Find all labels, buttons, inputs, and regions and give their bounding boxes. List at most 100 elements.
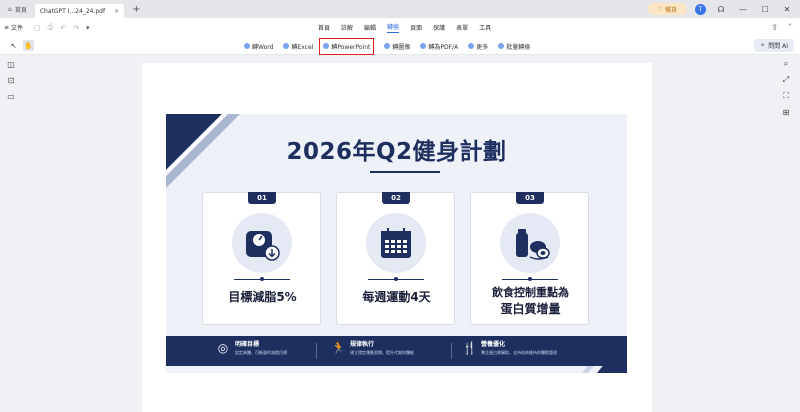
scale-icon: [232, 213, 292, 273]
card-label-line-2: 蛋白質增量: [500, 302, 561, 316]
upgrade-button[interactable]: ♡ 暢貨: [647, 3, 687, 15]
to-powerpoint-button[interactable]: 轉PowerPoint: [319, 37, 375, 55]
pdfa-icon: [420, 43, 427, 49]
more-icon: [468, 43, 475, 49]
redo-icon[interactable]: ↷: [73, 24, 79, 32]
batch-icon: [498, 43, 505, 49]
share-icon[interactable]: ⇪: [771, 23, 778, 32]
calendar-icon: [366, 213, 426, 273]
ask-ai-label: 問問 AI: [768, 43, 788, 50]
zoom-fit-icon[interactable]: ⊞: [772, 104, 800, 120]
card-number: 02: [382, 192, 410, 204]
upgrade-label: 暢貨: [664, 6, 677, 14]
banner-desc: 設定具體、可衡量的減脂目標: [235, 350, 287, 355]
file-menu[interactable]: ≡ 文件: [4, 18, 23, 37]
card-label: 目標減脂5%: [228, 290, 297, 304]
food-icon: [500, 213, 560, 273]
menu-comment[interactable]: 註解: [341, 23, 353, 32]
to-word-button[interactable]: 轉Word: [244, 42, 273, 51]
close-window-button[interactable]: ✕: [780, 5, 794, 14]
menu-convert[interactable]: 轉換: [387, 22, 400, 33]
ask-ai-button[interactable]: ✧ 問問 AI: [754, 39, 794, 52]
more-label: 更多: [476, 43, 489, 51]
batch-convert-label: 批量轉換: [506, 43, 531, 51]
tab-bar: ⌂ 首頁 ChatGPT I...24_24.pdf ✕ + ♡ 暢貨 T ☊ …: [0, 0, 800, 18]
maximize-button[interactable]: ☐: [758, 5, 772, 14]
hand-tool-icon[interactable]: ✋: [23, 40, 34, 51]
goal-card-3: 03 飲食控制重點為 蛋白質增量: [470, 192, 589, 325]
menu-bar: ≡ 文件 ▢ ⎙ ↶ ↷ ▾ 首頁 註解 編輯 轉換 頁面 保護 表單 工具 ⇪…: [0, 18, 800, 37]
card-divider-dot: [394, 277, 398, 281]
print-icon[interactable]: ⎙: [48, 23, 54, 32]
runner-icon: 🏃: [331, 341, 346, 355]
file-menu-label: 文件: [11, 25, 24, 32]
to-excel-button[interactable]: 轉Excel: [283, 42, 313, 51]
banner-title: 明確目標: [235, 341, 260, 348]
word-icon: [244, 43, 250, 49]
close-icon[interactable]: ✕: [114, 8, 119, 15]
goal-card-2: 02 每週運動4天: [336, 192, 455, 325]
home-icon: ⌂: [8, 5, 12, 13]
to-image-label: 轉圖像: [392, 43, 411, 51]
summary-banner: ◎ 明確目標 設定具體、可衡量的減脂目標 🏃 規律執行 建立穩定運動習慣，提升代…: [166, 336, 627, 366]
new-tab-button[interactable]: +: [132, 4, 140, 15]
select-tool-icon[interactable]: ↖: [8, 40, 19, 51]
menu-home[interactable]: 首頁: [318, 23, 330, 32]
powerpoint-icon: [323, 43, 330, 49]
avatar[interactable]: T: [695, 3, 706, 15]
slide-title: 2026年Q2健身計劃: [286, 139, 507, 165]
banner-desc: 專注蛋白質攝取，支持肌肉維持與體脂管理: [481, 350, 557, 355]
more-button[interactable]: 更多: [468, 42, 488, 51]
title-underline: [370, 171, 440, 173]
tab-document[interactable]: ChatGPT I...24_24.pdf ✕: [34, 4, 125, 18]
bookmark-icon[interactable]: ⊡: [0, 72, 22, 88]
comment-icon[interactable]: ▭: [0, 88, 22, 104]
headset-icon[interactable]: ☊: [714, 5, 728, 14]
tab-document-label: ChatGPT I...24_24.pdf: [39, 7, 106, 15]
menu-page[interactable]: 頁面: [410, 23, 422, 32]
card-label: 飲食控制重點為 蛋白質增量: [471, 279, 590, 317]
chevron-up-icon[interactable]: ˄: [788, 23, 792, 32]
menu-protect[interactable]: 保護: [433, 23, 445, 32]
batch-convert-button[interactable]: 批量轉換: [498, 42, 530, 51]
goal-card-1: 01 目標減脂5%: [202, 192, 321, 325]
save-icon[interactable]: ▢: [34, 24, 41, 32]
to-word-label: 轉Word: [252, 43, 274, 51]
card-number: 03: [516, 192, 544, 204]
excel-icon: [283, 43, 290, 49]
fit-width-icon[interactable]: ⛶: [772, 88, 800, 104]
to-image-button[interactable]: 轉圖像: [384, 42, 410, 51]
minimize-button[interactable]: —: [736, 5, 750, 14]
tab-home-label: 首頁: [14, 6, 27, 14]
menu-form[interactable]: 表單: [456, 23, 468, 32]
heart-icon: ♡: [657, 5, 663, 13]
banner-desc: 建立穩定運動習慣，提升代謝與體能: [350, 350, 414, 355]
menu-tools[interactable]: 工具: [479, 23, 491, 32]
tab-home[interactable]: ⌂ 首頁: [3, 2, 32, 16]
menu-edit[interactable]: 編輯: [364, 23, 376, 32]
to-powerpoint-label: 轉PowerPoint: [331, 43, 371, 51]
banner-item-routine: 🏃 規律執行 建立穩定運動習慣，提升代謝與體能: [331, 340, 414, 356]
thumbnail-panel-icon[interactable]: ◫: [0, 56, 22, 72]
banner-item-goal: ◎ 明確目標 設定具體、可衡量的減脂目標: [216, 340, 287, 356]
convert-toolbar: ↖ ✋ 轉Word 轉Excel 轉PowerPoint 轉圖像 轉為PDF/A…: [0, 37, 800, 55]
undo-icon[interactable]: ↶: [60, 24, 66, 32]
fit-page-icon[interactable]: ⤢: [772, 72, 800, 88]
to-pdfa-button[interactable]: 轉為PDF/A: [420, 42, 458, 51]
hamburger-icon: ≡: [4, 24, 10, 31]
right-sidebar: ⌕ ⤢ ⛶ ⊞: [772, 56, 800, 412]
to-pdfa-label: 轉為PDF/A: [428, 43, 459, 51]
banner-title: 規律執行: [350, 341, 375, 348]
dropdown-icon[interactable]: ▾: [86, 24, 90, 32]
card-number: 01: [248, 192, 276, 204]
banner-divider: [451, 343, 452, 359]
card-divider-dot: [260, 277, 264, 281]
left-sidebar: ◫ ⊡ ▭: [0, 56, 22, 412]
banner-item-nutrition: 🍴 營養優化 專注蛋白質攝取，支持肌肉維持與體脂管理: [462, 340, 557, 356]
slide: 2026年Q2健身計劃 01 目標減脂5% 02 每週運動4天 03 飲食控制重…: [166, 114, 627, 373]
search-icon[interactable]: ⌕: [772, 56, 800, 72]
to-excel-label: 轉Excel: [291, 43, 314, 51]
image-icon: [384, 43, 391, 49]
dining-icon: 🍴: [462, 341, 477, 355]
card-label-line-1: 飲食控制重點為: [492, 286, 569, 299]
